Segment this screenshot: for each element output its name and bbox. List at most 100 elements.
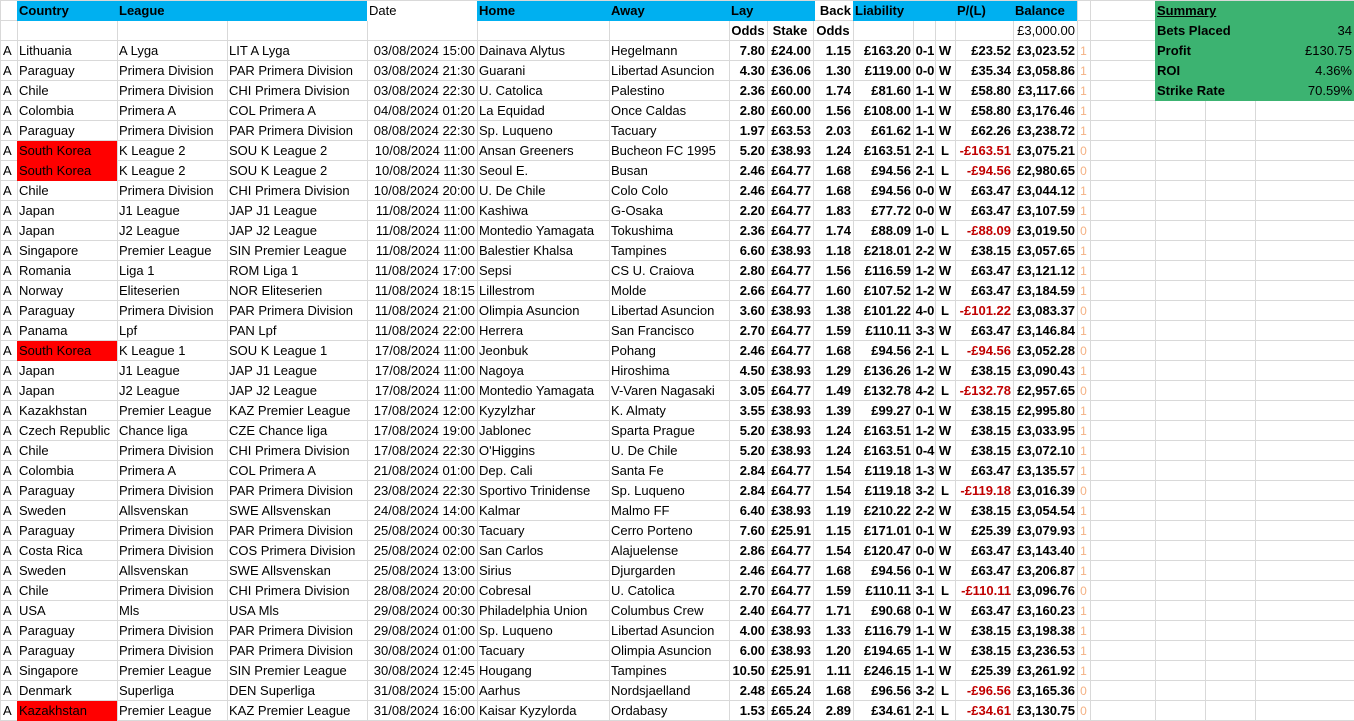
away-team-cell[interactable]: Pohang — [609, 341, 729, 361]
col-a[interactable]: A — [1, 641, 17, 661]
country-cell[interactable]: Denmark — [17, 681, 117, 701]
country-cell[interactable]: Kazakhstan — [17, 401, 117, 421]
back-odds-cell[interactable]: 1.74 — [813, 221, 853, 241]
date-cell[interactable]: 11/08/2024 22:00 — [367, 321, 477, 341]
back-odds-cell[interactable]: 1.54 — [813, 461, 853, 481]
stake-cell[interactable]: £64.77 — [767, 161, 813, 181]
liability-cell[interactable]: £136.26 — [853, 361, 913, 381]
liability-cell[interactable]: £246.15 — [853, 661, 913, 681]
country-cell[interactable]: Japan — [17, 361, 117, 381]
country-cell[interactable]: Chile — [17, 181, 117, 201]
league-cell[interactable]: Allsvenskan — [117, 561, 227, 581]
balance-cell[interactable]: £3,090.43 — [1013, 361, 1077, 381]
score-cell[interactable]: 3-2 — [913, 681, 937, 701]
balance-cell[interactable]: £3,033.95 — [1013, 421, 1077, 441]
back-odds-cell[interactable]: 1.74 — [813, 81, 853, 101]
home-team-cell[interactable]: Guarani — [477, 61, 609, 81]
date-cell[interactable]: 25/08/2024 00:30 — [367, 521, 477, 541]
lay-odds-cell[interactable]: 5.20 — [729, 421, 767, 441]
col-a[interactable]: A — [1, 321, 17, 341]
header-balance[interactable]: Balance — [1013, 1, 1077, 21]
flag-cell[interactable]: 1 — [1077, 601, 1090, 621]
result-cell[interactable]: W — [935, 61, 955, 81]
result-cell[interactable]: W — [935, 201, 955, 221]
liability-cell[interactable]: £163.20 — [853, 41, 913, 61]
country-cell[interactable]: South Korea — [17, 141, 117, 161]
league-cell[interactable]: Premier League — [117, 401, 227, 421]
stake-cell[interactable]: £38.93 — [767, 241, 813, 261]
header-pl[interactable]: P/(L) — [955, 1, 1013, 21]
league-cell[interactable]: Primera Division — [117, 61, 227, 81]
league-code-cell[interactable]: PAR Primera Division — [227, 521, 367, 541]
result-cell[interactable]: L — [935, 701, 955, 721]
result-cell[interactable]: W — [935, 101, 955, 121]
balance-cell[interactable]: £3,176.46 — [1013, 101, 1077, 121]
country-cell[interactable]: Paraguay — [17, 521, 117, 541]
back-odds-cell[interactable]: 1.54 — [813, 481, 853, 501]
balance-cell[interactable]: £3,057.65 — [1013, 241, 1077, 261]
back-odds-cell[interactable]: 1.24 — [813, 141, 853, 161]
liability-cell[interactable]: £108.00 — [853, 101, 913, 121]
country-cell[interactable]: Colombia — [17, 461, 117, 481]
flag-cell[interactable]: 1 — [1077, 361, 1090, 381]
league-cell[interactable]: Liga 1 — [117, 261, 227, 281]
balance-cell[interactable]: £3,160.23 — [1013, 601, 1077, 621]
league-code-cell[interactable]: SOU K League 1 — [227, 341, 367, 361]
league-code-cell[interactable]: PAR Primera Division — [227, 481, 367, 501]
home-team-cell[interactable]: Sepsi — [477, 261, 609, 281]
subheader-back-odds[interactable]: Odds — [813, 21, 853, 41]
score-cell[interactable]: 1-1 — [913, 101, 937, 121]
lay-odds-cell[interactable]: 2.70 — [729, 581, 767, 601]
league-code-cell[interactable]: PAR Primera Division — [227, 621, 367, 641]
score-cell[interactable]: 0-0 — [913, 181, 937, 201]
summary-value-strike-rate[interactable]: 70.59% — [1255, 81, 1354, 101]
liability-cell[interactable]: £88.09 — [853, 221, 913, 241]
date-cell[interactable]: 31/08/2024 16:00 — [367, 701, 477, 721]
home-team-cell[interactable]: Jeonbuk — [477, 341, 609, 361]
col-a[interactable]: A — [1, 101, 17, 121]
league-cell[interactable]: Primera Division — [117, 301, 227, 321]
flag-cell[interactable]: 0 — [1077, 301, 1090, 321]
home-team-cell[interactable]: Seoul E. — [477, 161, 609, 181]
away-team-cell[interactable]: Malmo FF — [609, 501, 729, 521]
back-odds-cell[interactable]: 1.38 — [813, 301, 853, 321]
result-cell[interactable]: W — [935, 621, 955, 641]
lay-odds-cell[interactable]: 1.53 — [729, 701, 767, 721]
home-team-cell[interactable]: San Carlos — [477, 541, 609, 561]
pl-cell[interactable]: £38.15 — [955, 641, 1013, 661]
result-cell[interactable]: L — [935, 581, 955, 601]
col-a[interactable]: A — [1, 681, 17, 701]
away-team-cell[interactable]: Palestino — [609, 81, 729, 101]
score-cell[interactable]: 1-2 — [913, 261, 937, 281]
stake-cell[interactable]: £64.77 — [767, 461, 813, 481]
stake-cell[interactable]: £36.06 — [767, 61, 813, 81]
country-cell[interactable]: Chile — [17, 441, 117, 461]
col-a[interactable]: A — [1, 181, 17, 201]
pl-cell[interactable]: -£101.22 — [955, 301, 1013, 321]
date-cell[interactable]: 30/08/2024 01:00 — [367, 641, 477, 661]
league-code-cell[interactable]: JAP J2 League — [227, 221, 367, 241]
pl-cell[interactable]: £62.26 — [955, 121, 1013, 141]
league-cell[interactable]: Mls — [117, 601, 227, 621]
stake-cell[interactable]: £38.93 — [767, 501, 813, 521]
away-team-cell[interactable]: Libertad Asuncion — [609, 301, 729, 321]
away-team-cell[interactable]: Nordsjaelland — [609, 681, 729, 701]
pl-cell[interactable]: £25.39 — [955, 521, 1013, 541]
flag-cell[interactable]: 0 — [1077, 341, 1090, 361]
league-cell[interactable]: J2 League — [117, 381, 227, 401]
lay-odds-cell[interactable]: 2.84 — [729, 461, 767, 481]
pl-cell[interactable]: £58.80 — [955, 101, 1013, 121]
lay-odds-cell[interactable]: 2.40 — [729, 601, 767, 621]
back-odds-cell[interactable]: 1.56 — [813, 101, 853, 121]
col-a[interactable]: A — [1, 41, 17, 61]
stake-cell[interactable]: £24.00 — [767, 41, 813, 61]
balance-cell[interactable]: £2,980.65 — [1013, 161, 1077, 181]
stake-cell[interactable]: £65.24 — [767, 681, 813, 701]
lay-odds-cell[interactable]: 6.60 — [729, 241, 767, 261]
country-cell[interactable]: Japan — [17, 381, 117, 401]
score-cell[interactable]: 2-1 — [913, 701, 937, 721]
date-cell[interactable]: 03/08/2024 22:30 — [367, 81, 477, 101]
stake-cell[interactable]: £38.93 — [767, 141, 813, 161]
score-cell[interactable]: 1-2 — [913, 281, 937, 301]
date-cell[interactable]: 17/08/2024 19:00 — [367, 421, 477, 441]
